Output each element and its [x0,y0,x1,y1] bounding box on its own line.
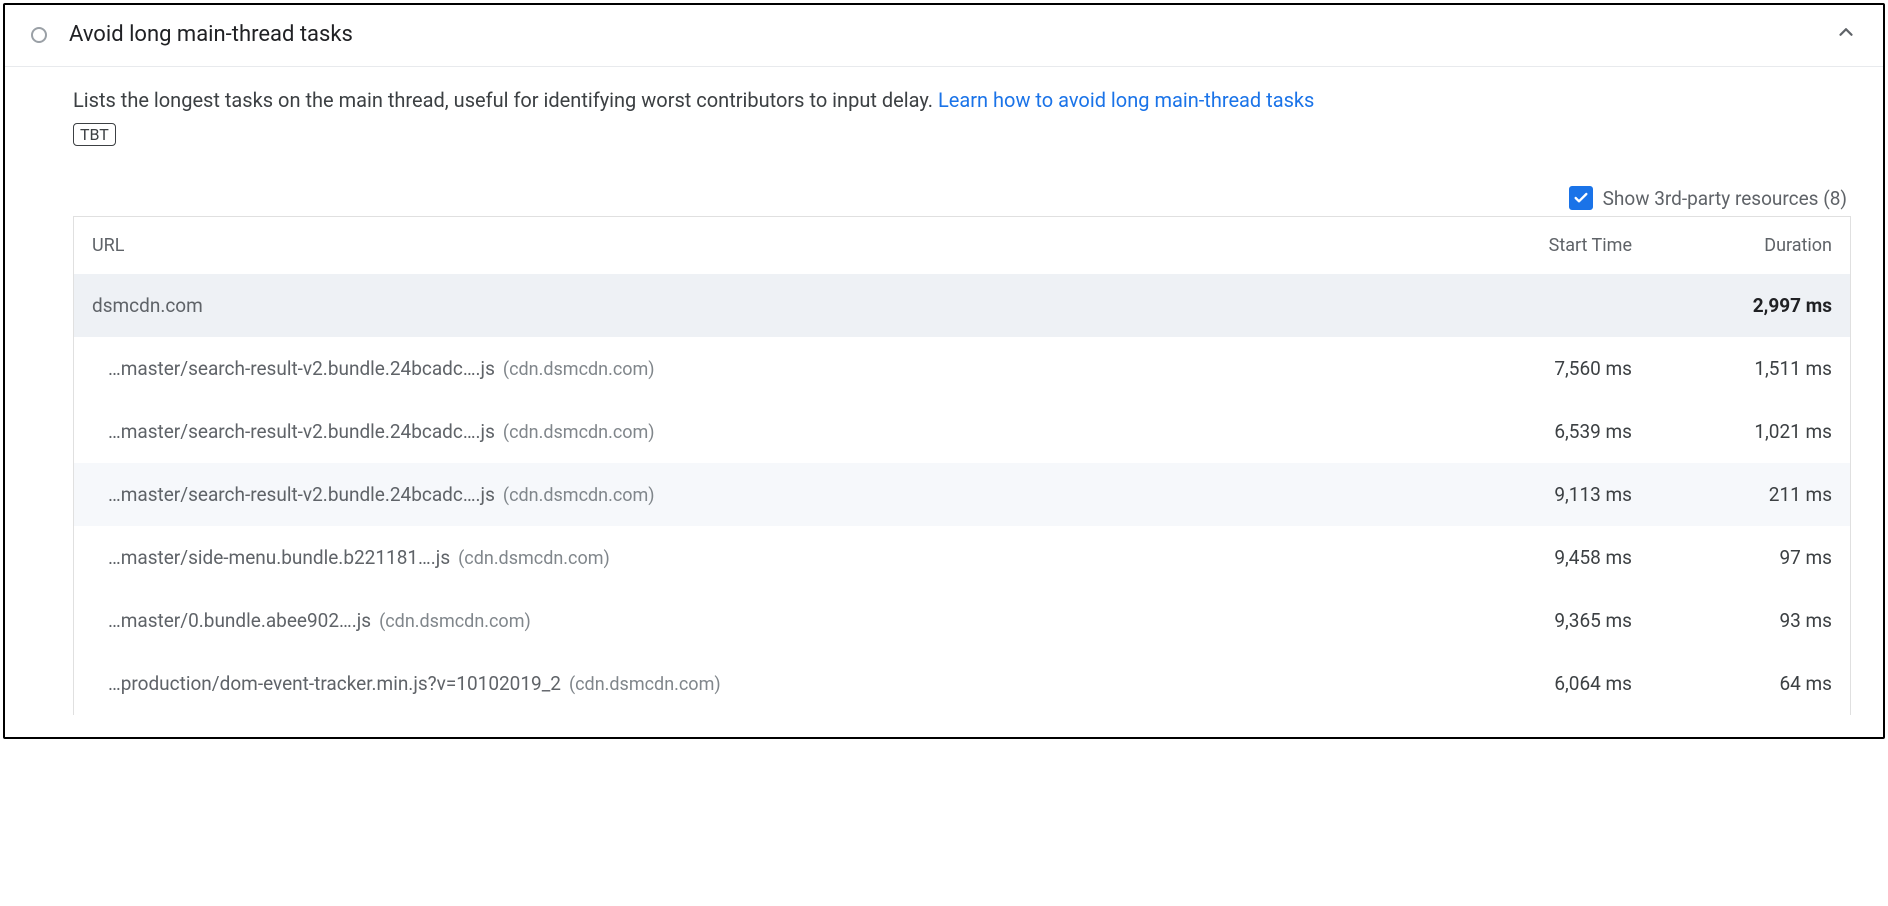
url-host: (cdn.dsmcdn.com) [569,674,721,695]
cell-url: …master/search-result-v2.bundle.24bcadc…… [108,420,1452,443]
url-path: …master/0.bundle.abee902….js [108,609,371,632]
cell-start-time: 9,458 ms [1452,546,1632,569]
chevron-up-icon[interactable] [1835,21,1857,48]
table-row[interactable]: …master/search-result-v2.bundle.24bcadc…… [74,463,1850,526]
cell-url: …master/0.bundle.abee902….js (cdn.dsmcdn.… [108,609,1452,632]
cell-duration: 211 ms [1632,483,1832,506]
audit-body: Lists the longest tasks on the main thre… [5,67,1883,737]
audit-description: Lists the longest tasks on the main thre… [73,85,1851,115]
cell-duration: 97 ms [1632,546,1832,569]
audit-header[interactable]: Avoid long main-thread tasks [5,5,1883,67]
group-total: 2,997 ms [1632,294,1832,317]
col-duration: Duration [1632,235,1832,256]
table-group-row[interactable]: dsmcdn.com 2,997 ms [74,274,1850,337]
url-host: (cdn.dsmcdn.com) [379,611,531,632]
cell-duration: 1,021 ms [1632,420,1832,443]
learn-more-link[interactable]: Learn how to avoid long main-thread task… [938,88,1314,112]
cell-start-time: 6,064 ms [1452,672,1632,695]
cell-url: …master/search-result-v2.bundle.24bcadc…… [108,483,1452,506]
cell-url: …production/dom-event-tracker.min.js?v=1… [108,672,1452,695]
status-dot-icon [31,27,47,43]
url-host: (cdn.dsmcdn.com) [503,359,655,380]
cell-url: …master/search-result-v2.bundle.24bcadc…… [108,357,1452,380]
third-party-toggle-label: Show 3rd-party resources (8) [1603,187,1847,210]
third-party-toggle[interactable]: Show 3rd-party resources (8) [73,186,1851,210]
url-host: (cdn.dsmcdn.com) [503,485,655,506]
url-path: …master/side-menu.bundle.b221181….js [108,546,450,569]
audit-title: Avoid long main-thread tasks [69,22,1835,47]
cell-duration: 64 ms [1632,672,1832,695]
cell-start-time: 6,539 ms [1452,420,1632,443]
cell-duration: 93 ms [1632,609,1832,632]
url-path: …production/dom-event-tracker.min.js?v=1… [108,672,561,695]
table-row[interactable]: …master/search-result-v2.bundle.24bcadc…… [74,337,1850,400]
table-header: URL Start Time Duration [74,217,1850,274]
tasks-table: URL Start Time Duration dsmcdn.com 2,997… [73,216,1851,715]
table-row[interactable]: …master/0.bundle.abee902….js (cdn.dsmcdn.… [74,589,1850,652]
url-path: …master/search-result-v2.bundle.24bcadc…… [108,483,495,506]
cell-start-time: 7,560 ms [1452,357,1632,380]
group-host: dsmcdn.com [92,294,1452,317]
metric-badge: TBT [73,123,116,146]
col-url: URL [92,235,1452,256]
table-row[interactable]: …production/dom-event-tracker.min.js?v=1… [74,652,1850,715]
cell-start-time: 9,113 ms [1452,483,1632,506]
url-path: …master/search-result-v2.bundle.24bcadc…… [108,357,495,380]
checkbox-checked-icon[interactable] [1569,186,1593,210]
url-path: …master/search-result-v2.bundle.24bcadc…… [108,420,495,443]
url-host: (cdn.dsmcdn.com) [458,548,610,569]
url-host: (cdn.dsmcdn.com) [503,422,655,443]
cell-url: …master/side-menu.bundle.b221181….js (cdn… [108,546,1452,569]
table-row[interactable]: …master/side-menu.bundle.b221181….js (cdn… [74,526,1850,589]
cell-duration: 1,511 ms [1632,357,1832,380]
audit-panel: Avoid long main-thread tasks Lists the l… [3,3,1885,739]
col-start-time: Start Time [1452,235,1632,256]
table-row[interactable]: …master/search-result-v2.bundle.24bcadc…… [74,400,1850,463]
cell-start-time: 9,365 ms [1452,609,1632,632]
description-text: Lists the longest tasks on the main thre… [73,88,938,112]
